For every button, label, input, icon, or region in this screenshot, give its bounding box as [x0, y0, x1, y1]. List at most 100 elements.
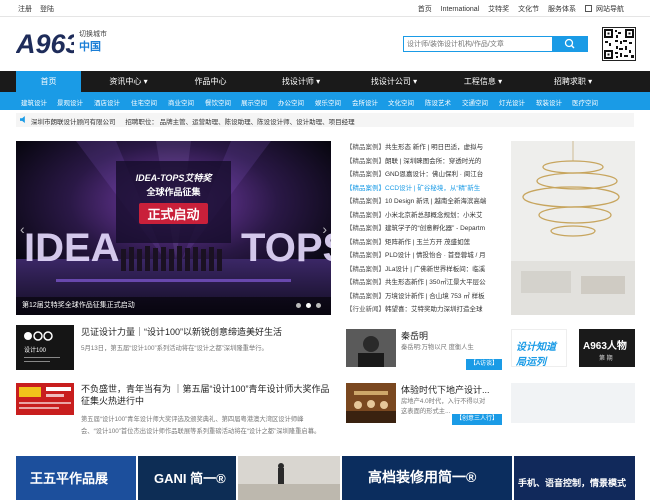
hero-banner[interactable]: IDEA TOPS IDEA-TOPS艾特奖 全球作品征集 正式启动 ‹ › 第… — [16, 141, 331, 315]
banner-dot-1[interactable] — [296, 303, 301, 308]
news-1-desc: 5月13日，第五届“设计100”系列活动将在“设计之都”深圳隆重举行。 — [81, 345, 268, 352]
list-item[interactable]: 【行业新闻】韩望喜：艾特奖助力深圳打造全球 — [346, 303, 498, 316]
top-bar: 注册 登陆 首页 International 艾特奖 文化节 服务体系 网站导航 — [0, 0, 650, 17]
register-link[interactable]: 注册 — [18, 6, 32, 13]
banner-dot-2[interactable] — [306, 303, 311, 308]
cat-landscape[interactable]: 景观设计 — [57, 97, 83, 107]
notice-company[interactable]: 深圳市朗联设计顾问有限公司 — [31, 119, 116, 126]
svg-text:TOPS: TOPS — [241, 226, 331, 270]
cat-entertainment[interactable]: 娱乐空间 — [315, 97, 341, 107]
cat-medical[interactable]: 医疗空间 — [572, 97, 598, 107]
banner-prev-icon[interactable]: ‹ — [20, 221, 25, 237]
news-2-thumbnail[interactable] — [16, 383, 74, 415]
side-ad-small[interactable] — [511, 383, 635, 423]
ad-wang-wuping[interactable]: 王五平作品展 — [16, 456, 136, 500]
chandelier-image — [511, 141, 635, 315]
ad-interior-photo[interactable] — [238, 456, 340, 500]
ad-1-text: 王五平作品展 — [30, 471, 109, 486]
ad-smart-home[interactable]: 手机、语音控制，情景模式 — [514, 456, 635, 500]
list-item[interactable]: 【精品案例】GND恩嘉设计：佛山保利 · 阆江台 — [346, 168, 498, 182]
column-logo-right-issue: 第 期 — [599, 356, 613, 362]
design100-poster — [16, 383, 74, 415]
ad-gani[interactable]: GANI 简一® — [138, 456, 236, 500]
list-item[interactable]: 【精品案例】建筑学子的“创意孵化器” - Departm — [346, 222, 498, 236]
search-button[interactable] — [553, 36, 588, 52]
top-link-festival[interactable]: 文化节 — [518, 6, 539, 13]
ad-interior-image — [238, 456, 340, 500]
cat-architecture[interactable]: 建筑设计 — [21, 97, 47, 107]
news-2-desc-line1: 第五届“设计100”青年设计师大奖评选及颁奖典礼、第四届粤港澳大湾区设计师峰 — [81, 416, 304, 423]
list-item[interactable]: 【精品案例】共生形态 新作 | 明日巴适，虚拟与 — [346, 141, 498, 155]
site-nav-link[interactable]: 网站导航 — [596, 6, 624, 13]
column-logo-right-text: A963人物 — [583, 341, 627, 352]
nav-works[interactable]: 作品中心 — [178, 71, 243, 92]
interview-badge[interactable]: 【A访谈】 — [466, 359, 503, 370]
top-link-award[interactable]: 艾特奖 — [488, 6, 509, 13]
qr-code — [602, 27, 636, 61]
poster-title: IDEA-TOPS艾特奖 — [135, 173, 212, 183]
site-logo[interactable]: A963 — [16, 28, 74, 58]
list-item[interactable]: 【精品案例】JLa设计 | 广佛新世界样板间：临溪 — [346, 263, 498, 277]
cat-furnishing[interactable]: 陈设艺术 — [425, 97, 451, 107]
ad-2-text: GANI 简一® — [154, 471, 226, 486]
cat-hotel[interactable]: 酒店设计 — [94, 97, 120, 107]
experience-desc-line2: 这表面的形式主... — [401, 408, 451, 415]
experience-desc-line1: 房地产4.0时代，入行不得以对 — [401, 398, 486, 405]
nav-projects[interactable]: 工程信息 ▾ — [448, 71, 518, 92]
news-2-desc-line2: 会、“设计100”首位杰出设计师作品联展等系列重磅活动将在“设计之都”深圳隆重启… — [81, 428, 321, 435]
experience-thumbnail[interactable] — [346, 383, 396, 423]
banner-caption[interactable]: 第12届艾特奖全球作品征集正式启动 — [16, 297, 331, 315]
cat-transport[interactable]: 交通空间 — [462, 97, 488, 107]
person-name[interactable]: 秦岳明 — [401, 329, 428, 342]
top-link-home[interactable]: 首页 — [418, 6, 432, 13]
list-item[interactable]: 【精品案例】共生形态新作 | 350㎡江景大平层公 — [346, 276, 498, 290]
list-item[interactable]: 【精品案例】小米北京新总部概念规划：小米艾 — [346, 209, 498, 223]
list-item[interactable]: 【精品案例】朗联 | 深圳睐图会所：穿透时光的 — [346, 155, 498, 169]
logo-text: A963 — [16, 29, 74, 58]
cat-soft-decoration[interactable]: 软装设计 — [536, 97, 562, 107]
cat-restaurant[interactable]: 餐饮空间 — [205, 97, 231, 107]
cat-exhibition[interactable]: 展示空间 — [241, 97, 267, 107]
svg-text:IDEA: IDEA — [24, 226, 120, 270]
cat-club[interactable]: 会所设计 — [352, 97, 378, 107]
nav-companies[interactable]: 找设计公司 ▾ — [354, 71, 434, 92]
column-logo-left[interactable]: 设计知道 局运列 — [511, 329, 567, 367]
top-link-service[interactable]: 服务体系 — [548, 6, 576, 13]
notice-jobs[interactable]: 招聘职位： 品牌主管、运营助理、陈设助理、陈设设计师、设计助理、项目经理 — [125, 119, 354, 126]
creative-trio-badge[interactable]: 【创意三人行】 — [452, 414, 503, 425]
nav-news[interactable]: 资讯中心 ▾ — [96, 71, 161, 92]
recruit-notice: 深圳市朗联设计顾问有限公司 招聘职位： 品牌主管、运营助理、陈设助理、陈设设计师… — [16, 113, 634, 127]
news-1-thumbnail[interactable]: 设计100 — [16, 325, 74, 370]
main-nav: 首页 资讯中心 ▾ 作品中心 找设计师 ▾ 找设计公司 ▾ 工程信息 ▾ 招聘求… — [0, 71, 650, 92]
nav-jobs[interactable]: 招聘求职 ▾ — [538, 71, 608, 92]
search-icon — [564, 38, 575, 49]
person-photo[interactable] — [346, 329, 396, 367]
list-item[interactable]: 【精品案例】PLD设计 | 情投怡合 · 首登蓉城 / 月 — [346, 249, 498, 263]
cat-lighting[interactable]: 灯光设计 — [499, 97, 525, 107]
list-item[interactable]: 【精品案例】万境设计新作 | 合山境 753 ㎡ 样板 — [346, 290, 498, 304]
nav-home[interactable]: 首页 — [16, 71, 81, 92]
banner-dot-3[interactable] — [316, 303, 321, 308]
list-item[interactable]: 【精品案例】10 Design 新讯 | 越南全新海滨高端 — [346, 195, 498, 209]
cat-commercial[interactable]: 商业空间 — [168, 97, 194, 107]
portrait-image — [346, 329, 396, 367]
search-input[interactable] — [404, 37, 552, 51]
top-link-international[interactable]: International — [441, 6, 480, 13]
current-city: 中国 — [79, 41, 101, 53]
ad-gani-tiles[interactable]: 高档装修用简一® — [342, 456, 512, 500]
banner-next-icon[interactable]: › — [322, 221, 327, 237]
list-item[interactable]: 【精品案例】矩阵新作 | 玉兰方开 茂盛如莲 — [346, 236, 498, 250]
login-link[interactable]: 登陆 — [40, 6, 54, 13]
list-item[interactable]: 【精品案例】CCD设计 | 矿谷秘境，从“精”新生 — [346, 182, 498, 196]
cat-residential[interactable]: 住宅空间 — [131, 97, 157, 107]
cat-culture[interactable]: 文化空间 — [388, 97, 414, 107]
nav-designers[interactable]: 找设计师 ▾ — [266, 71, 336, 92]
experience-title[interactable]: 体验时代下地产设计... — [401, 383, 490, 396]
news-2-title[interactable]: 不负盛世，青年当有为 ｜第五届“设计100”青年设计师大奖作品征集火热进行中 — [81, 383, 336, 407]
design100-logo: 设计100 — [16, 325, 74, 370]
thumb-label: 设计100 — [24, 346, 47, 354]
news-1-title[interactable]: 见证设计力量｜“设计100”以新锐创意缔造美好生活 — [81, 326, 336, 338]
column-logo-right[interactable]: A963人物 第 期 — [579, 329, 635, 367]
cat-office[interactable]: 办公空间 — [278, 97, 304, 107]
side-ad-chandelier[interactable] — [511, 141, 635, 315]
